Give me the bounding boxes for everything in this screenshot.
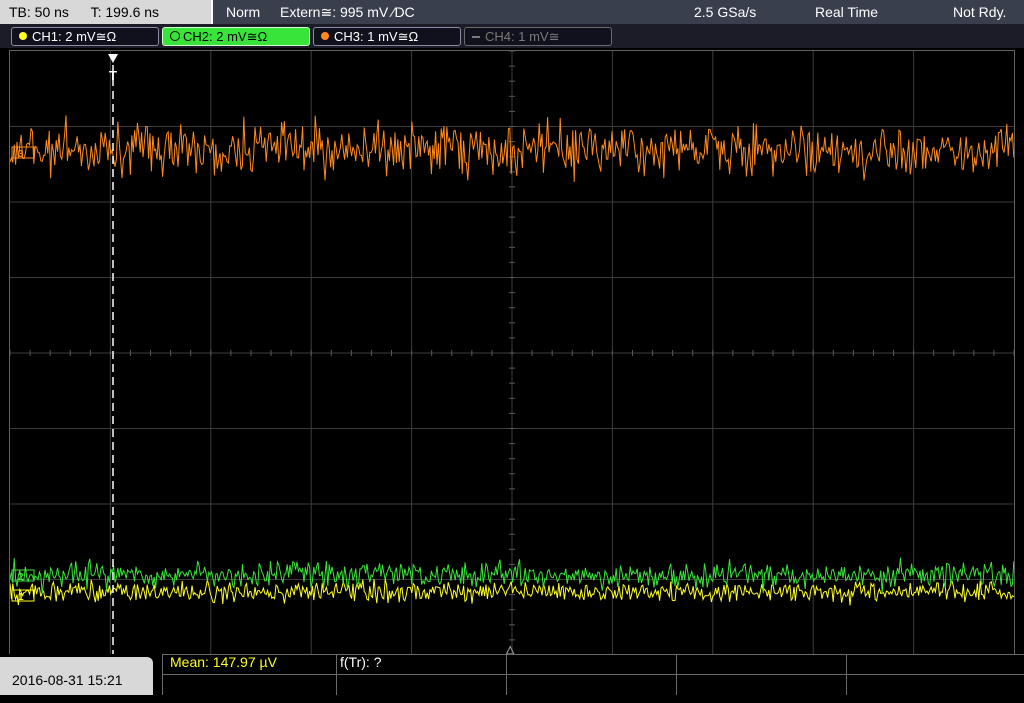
timebase-readout: TB: 50 ns [9,4,69,20]
channel-ch2-button[interactable]: CH2: 2 mV≅Ω [162,27,310,46]
trigger-time-readout: T: 199.6 ns [90,4,160,20]
ch3-ground-marker[interactable]: 3 [18,149,24,160]
graticule [9,50,1015,656]
run-state: Not Rdy. [953,4,1007,20]
date-time-box: 2016-08-31 15:21 [0,657,153,695]
measurement-row-divider [162,674,1024,675]
ch4-label: CH4: 1 mV≅ [485,29,560,44]
ch3-label: CH3: 1 mV≅Ω [334,29,419,44]
channel-ch1-button[interactable]: CH1: 2 mV≅Ω [11,27,159,46]
waveform-display[interactable]: T 3 2 1 △ [9,50,1015,656]
sample-rate: 2.5 GSa/s [694,4,757,20]
channel-ch4-button[interactable]: CH4: 1 mV≅ [464,27,612,46]
mean-readout: Mean: 147.97 µV [170,654,277,670]
ch1-color-icon [19,32,27,40]
channel-ch3-button[interactable]: CH3: 1 mV≅Ω [313,27,461,46]
ch2-color-icon [170,31,180,41]
trigger-arrow-icon[interactable] [108,54,118,63]
waveform-canvas: T321△ [9,50,1015,656]
ch2-label: CH2: 2 mV≅Ω [183,29,268,44]
trigger-mode[interactable]: Norm [226,0,260,24]
ch4-off-icon [472,36,480,38]
date-time: 2016-08-31 15:21 [12,672,123,688]
ch3-color-icon [321,32,329,40]
acquisition-mode[interactable]: Real Time [815,0,878,24]
trigger-marker[interactable]: T [109,68,117,83]
ch1-label: CH1: 2 mV≅Ω [32,29,117,44]
ch1-ground-marker[interactable]: 1 [18,592,24,603]
timebase-box[interactable]: TB: 50 ns T: 199.6 ns [0,0,213,24]
ftr-readout: f(Tr): ? [340,654,382,670]
ch2-ground-marker[interactable]: 2 [18,572,24,583]
trigger-source[interactable]: Extern≅: 995 mV ⁄DC [280,0,415,24]
